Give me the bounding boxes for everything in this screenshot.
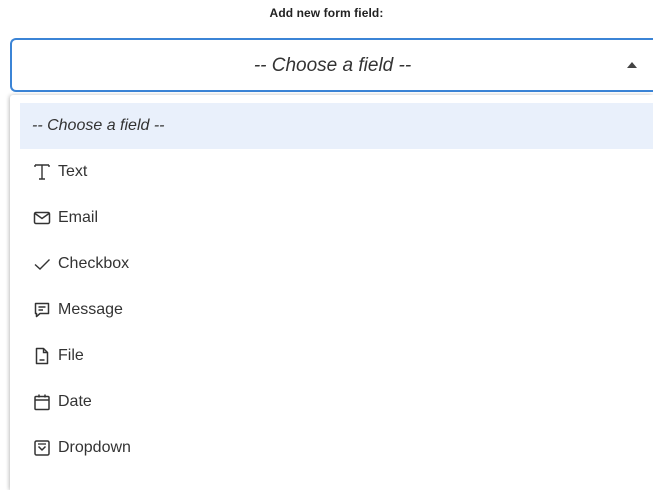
- option-message[interactable]: Message: [20, 287, 653, 333]
- text-icon: [32, 162, 52, 182]
- option-label: File: [58, 347, 84, 364]
- add-field-label: Add new form field:: [269, 6, 384, 20]
- option-dropdown[interactable]: Dropdown: [20, 425, 653, 471]
- option-file[interactable]: File: [20, 333, 653, 379]
- option-label: Text: [58, 163, 88, 180]
- option-date[interactable]: Date: [20, 379, 653, 425]
- option-checkbox[interactable]: Checkbox: [20, 241, 653, 287]
- option-label: Checkbox: [58, 255, 130, 272]
- option-email[interactable]: Email: [20, 195, 653, 241]
- option-text[interactable]: Text: [20, 149, 653, 195]
- option-label: Date: [58, 393, 92, 410]
- select-current-value: -- Choose a field --: [253, 55, 412, 76]
- calendar-icon: [32, 392, 52, 412]
- message-icon: [32, 300, 52, 320]
- dropdown-icon: [32, 438, 52, 458]
- checkmark-icon: [32, 254, 52, 274]
- field-type-select[interactable]: -- Choose a field --: [10, 38, 653, 92]
- field-type-menu: -- Choose a field -- Text Email Checkbox…: [10, 95, 653, 490]
- file-icon: [32, 346, 52, 366]
- caret-up-icon[interactable]: [627, 62, 637, 68]
- form-field-picker: Add new form field: -- Choose a field --…: [0, 0, 653, 490]
- option-label: Message: [58, 301, 123, 318]
- option-choose-field[interactable]: -- Choose a field --: [20, 103, 653, 149]
- envelope-icon: [32, 208, 52, 228]
- option-label: Email: [58, 209, 99, 226]
- option-label: Dropdown: [58, 439, 131, 456]
- option-label: -- Choose a field --: [32, 117, 165, 134]
